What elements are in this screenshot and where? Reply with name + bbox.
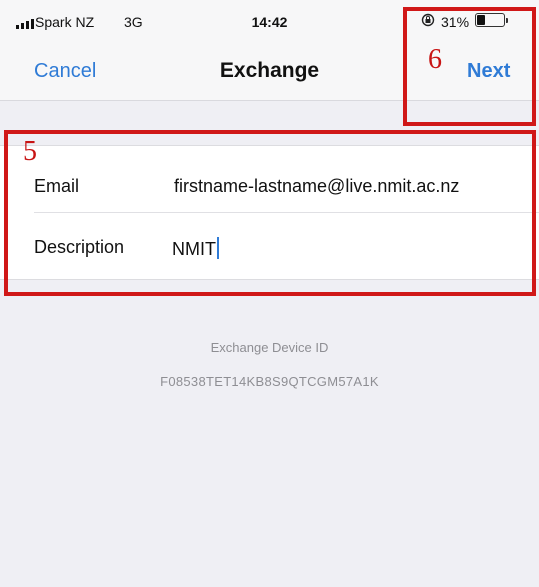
annotation-step-5: 5 xyxy=(23,136,37,167)
annotation-step-6: 6 xyxy=(428,44,442,75)
exchange-setup-screen: Spark NZ 3G 14:42 31% Cancel Exchange Ne… xyxy=(0,0,539,587)
device-id-label: Exchange Device ID xyxy=(210,340,329,355)
annotation-box-next xyxy=(403,7,536,126)
device-id-value: F08538TET14KB8S9QTCGM57A1K xyxy=(160,374,379,389)
annotation-box-form xyxy=(4,130,536,296)
